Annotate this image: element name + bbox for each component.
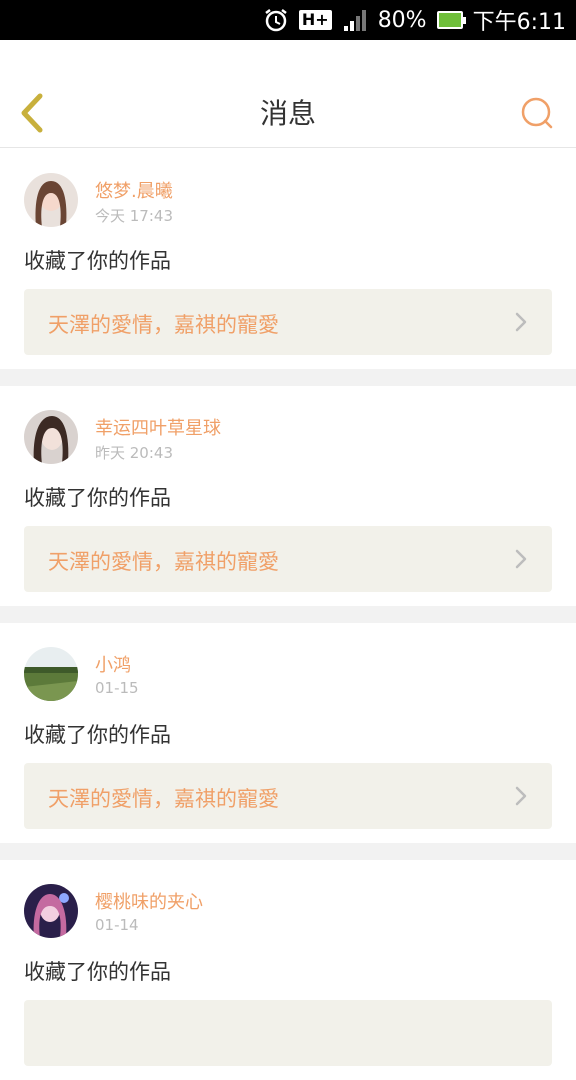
user-name[interactable]: 樱桃味的夹心 bbox=[95, 888, 203, 914]
header-bar: 消息 bbox=[0, 40, 576, 148]
user-name[interactable]: 悠梦.晨曦 bbox=[95, 177, 173, 203]
chevron-right-icon bbox=[515, 312, 527, 332]
work-title: 天澤的愛情，嘉祺的寵愛 bbox=[48, 313, 279, 337]
chevron-right-icon bbox=[515, 549, 527, 569]
status-bar: H+ 80% 下午6:11 bbox=[0, 0, 576, 40]
battery-charging-icon bbox=[436, 11, 466, 29]
message-time: 01-14 bbox=[95, 916, 139, 934]
work-title: 天澤的愛情，嘉祺的寵愛 bbox=[48, 550, 279, 574]
battery-percent: 80% bbox=[377, 7, 427, 33]
search-button[interactable] bbox=[518, 94, 558, 134]
avatar[interactable] bbox=[24, 410, 78, 464]
user-name[interactable]: 小鸿 bbox=[95, 651, 131, 677]
work-link[interactable]: 天澤的愛情，嘉祺的寵愛 bbox=[24, 763, 552, 829]
message-list: 悠梦.晨曦 今天 17:43 收藏了你的作品 天澤的愛情，嘉祺的寵愛 幸运四叶草… bbox=[0, 149, 576, 1080]
message-item: 小鸿 01-15 收藏了你的作品 天澤的愛情，嘉祺的寵愛 bbox=[0, 623, 576, 843]
message-item: 悠梦.晨曦 今天 17:43 收藏了你的作品 天澤的愛情，嘉祺的寵愛 bbox=[0, 149, 576, 369]
message-time: 昨天 20:43 bbox=[95, 444, 173, 462]
message-action: 收藏了你的作品 bbox=[24, 486, 171, 510]
message-time: 今天 17:43 bbox=[95, 207, 173, 225]
work-link[interactable]: 天澤的愛情，嘉祺的寵愛 bbox=[24, 526, 552, 592]
chevron-right-icon bbox=[515, 786, 527, 806]
network-label: H+ bbox=[298, 10, 332, 30]
avatar[interactable] bbox=[24, 647, 78, 701]
divider bbox=[0, 843, 576, 860]
work-link[interactable] bbox=[24, 1000, 552, 1066]
avatar[interactable] bbox=[24, 884, 78, 938]
message-item: 樱桃味的夹心 01-14 收藏了你的作品 bbox=[0, 860, 576, 1080]
message-item: 幸运四叶草星球 昨天 20:43 收藏了你的作品 天澤的愛情，嘉祺的寵愛 bbox=[0, 386, 576, 606]
divider bbox=[0, 369, 576, 386]
user-name[interactable]: 幸运四叶草星球 bbox=[95, 414, 221, 440]
message-action: 收藏了你的作品 bbox=[24, 723, 171, 747]
message-action: 收藏了你的作品 bbox=[24, 249, 171, 273]
message-time: 01-15 bbox=[95, 679, 139, 697]
work-title: 天澤的愛情，嘉祺的寵愛 bbox=[48, 787, 279, 811]
divider bbox=[0, 606, 576, 623]
alarm-icon bbox=[263, 7, 289, 33]
work-link[interactable]: 天澤的愛情，嘉祺的寵愛 bbox=[24, 289, 552, 355]
message-action: 收藏了你的作品 bbox=[24, 960, 171, 984]
search-icon bbox=[521, 97, 553, 129]
signal-icon bbox=[342, 8, 368, 32]
avatar[interactable] bbox=[24, 173, 78, 227]
page-title: 消息 bbox=[259, 97, 316, 130]
network-hplus-icon: H+ bbox=[298, 10, 332, 30]
clock: 下午6:11 bbox=[472, 10, 566, 35]
